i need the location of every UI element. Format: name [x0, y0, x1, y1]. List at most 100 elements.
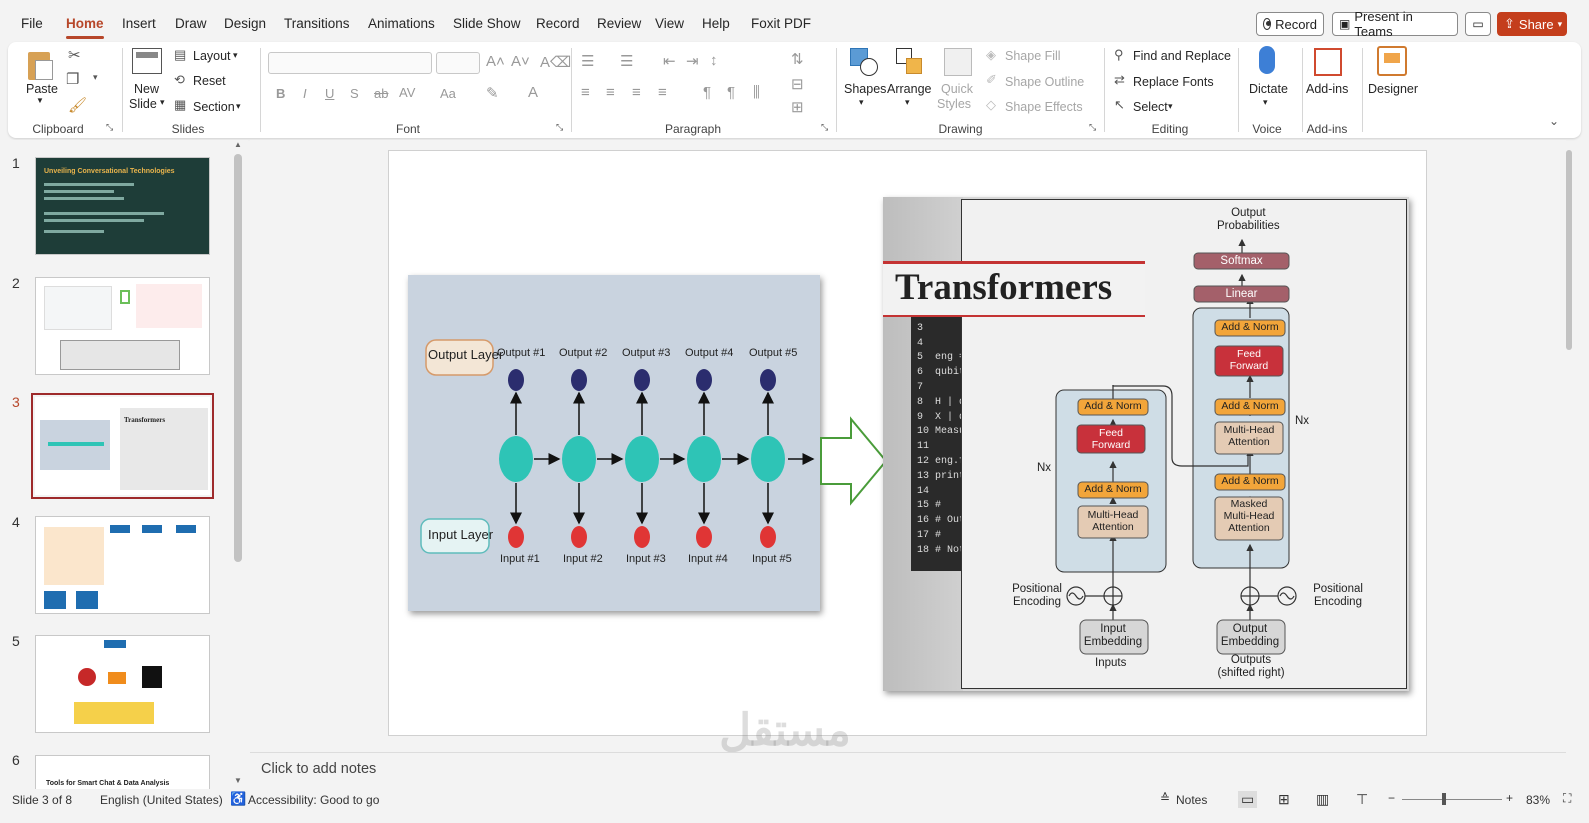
- designer-button[interactable]: Designer: [1368, 82, 1418, 96]
- tab-design[interactable]: Design: [224, 16, 266, 31]
- character-spacing-icon[interactable]: AV: [399, 85, 415, 100]
- share-button[interactable]: ⇪ Share ▾: [1497, 12, 1567, 36]
- right-arrow-icon[interactable]: [819, 416, 889, 506]
- paste-button[interactable]: Paste: [26, 82, 58, 96]
- chevron-down-icon[interactable]: ▼: [36, 96, 44, 105]
- increase-font-icon[interactable]: A˄: [486, 53, 505, 70]
- replace-fonts-button[interactable]: Replace Fonts: [1133, 75, 1214, 89]
- layout-button[interactable]: Layout: [193, 49, 231, 63]
- zoom-slider-thumb[interactable]: [1442, 793, 1446, 805]
- rtl-icon[interactable]: ¶: [727, 84, 735, 101]
- find-replace-button[interactable]: Find and Replace: [1133, 49, 1231, 63]
- slide-thumbnail-2[interactable]: [35, 277, 210, 375]
- rnn-diagram-image[interactable]: Output Layer Input Layer Output #1 Outpu…: [408, 275, 820, 611]
- decrease-indent-icon[interactable]: ⇤: [663, 52, 676, 70]
- tab-transitions[interactable]: Transitions: [284, 16, 350, 31]
- tab-help[interactable]: Help: [702, 16, 730, 31]
- chevron-down-icon[interactable]: ▾: [1168, 101, 1173, 112]
- highlight-icon[interactable]: ✎: [486, 84, 499, 102]
- underline-icon[interactable]: U: [325, 86, 334, 101]
- align-right-icon[interactable]: ≡: [632, 84, 641, 101]
- collapse-ribbon-icon[interactable]: ⌄: [1549, 114, 1559, 128]
- zoom-out-icon[interactable]: −: [1388, 791, 1395, 805]
- reading-view-icon[interactable]: ▥: [1316, 791, 1329, 808]
- dialog-launcher-icon[interactable]: ⤡: [821, 122, 828, 133]
- zoom-in-icon[interactable]: +: [1506, 791, 1513, 805]
- tab-file[interactable]: File: [21, 16, 43, 31]
- tab-draw[interactable]: Draw: [175, 16, 207, 31]
- tab-record[interactable]: Record: [536, 16, 580, 31]
- font-name-combo[interactable]: [268, 52, 432, 74]
- tab-home[interactable]: Home: [66, 16, 104, 39]
- tab-review[interactable]: Review: [597, 16, 641, 31]
- italic-icon[interactable]: I: [303, 86, 307, 101]
- scrollbar-thumb[interactable]: [234, 154, 242, 562]
- chevron-down-icon[interactable]: ▾: [233, 50, 238, 61]
- select-button[interactable]: Select: [1133, 100, 1168, 114]
- slide-thumbnail-5[interactable]: [35, 635, 210, 733]
- quick-styles-label-2[interactable]: Styles: [937, 97, 971, 111]
- slide-sorter-icon[interactable]: ⊞: [1278, 791, 1290, 808]
- dictate-button[interactable]: Dictate: [1249, 82, 1288, 96]
- ltr-icon[interactable]: ¶: [703, 84, 711, 101]
- fit-slide-icon[interactable]: ⛶: [1563, 791, 1571, 806]
- add-ins-button[interactable]: Add-ins: [1306, 82, 1348, 96]
- text-direction-icon[interactable]: ⇅: [791, 50, 804, 68]
- dialog-launcher-icon[interactable]: ⤡: [1089, 122, 1096, 133]
- tab-view[interactable]: View: [655, 16, 684, 31]
- cut-icon[interactable]: ✂: [68, 46, 81, 64]
- tab-insert[interactable]: Insert: [122, 16, 156, 31]
- shape-effects-button[interactable]: Shape Effects: [1005, 100, 1083, 114]
- clear-formatting-icon[interactable]: A⌫: [540, 53, 571, 71]
- editor-scrollbar[interactable]: [1566, 140, 1574, 750]
- chevron-down-icon[interactable]: ▾: [859, 97, 864, 108]
- transformer-image[interactable]: 2 from 3 4 5 eng = 6 qubit 7 8 H | qu 9 …: [883, 197, 1409, 691]
- record-button[interactable]: Record: [1256, 12, 1324, 36]
- slide-thumbnail-4[interactable]: [35, 516, 210, 614]
- decrease-font-icon[interactable]: A˅: [511, 53, 530, 70]
- bold-icon[interactable]: B: [276, 86, 285, 101]
- dialog-launcher-icon[interactable]: ⤡: [556, 122, 563, 133]
- slide-thumbnail-1[interactable]: Unveiling Conversational Technologies: [35, 157, 210, 255]
- numbering-icon[interactable]: ☰: [620, 52, 633, 70]
- arrange-button[interactable]: Arrange: [887, 82, 931, 96]
- smartart-icon[interactable]: ⊞: [791, 98, 804, 116]
- scroll-down-icon[interactable]: ▼: [234, 776, 242, 785]
- change-case-icon[interactable]: Aa: [440, 86, 456, 101]
- chevron-down-icon[interactable]: ▾: [236, 101, 241, 112]
- line-spacing-icon[interactable]: ↕: [710, 52, 718, 69]
- align-center-icon[interactable]: ≡: [606, 84, 615, 101]
- present-in-teams-button[interactable]: ▣ Present in Teams: [1332, 9, 1458, 39]
- chevron-down-icon[interactable]: ▾: [160, 97, 165, 108]
- new-slide-label[interactable]: New: [134, 82, 159, 96]
- notes-button[interactable]: Notes: [1176, 793, 1207, 807]
- chevron-down-icon[interactable]: ▾: [905, 97, 910, 108]
- slide-thumbnail-3[interactable]: Transformers: [31, 393, 214, 499]
- shape-outline-button[interactable]: Shape Outline: [1005, 75, 1084, 89]
- scroll-up-icon[interactable]: ▲: [234, 140, 242, 149]
- shapes-button[interactable]: Shapes: [844, 82, 886, 96]
- copy-icon[interactable]: ❐: [66, 70, 79, 88]
- strikethrough-icon[interactable]: ab: [374, 86, 388, 101]
- notes-pane[interactable]: Click to add notes: [250, 752, 1566, 788]
- bullets-icon[interactable]: ☰: [581, 52, 594, 70]
- normal-view-icon[interactable]: ▭: [1238, 791, 1258, 808]
- format-painter-icon[interactable]: 🖌: [68, 96, 87, 114]
- shadow-icon[interactable]: S: [350, 86, 359, 101]
- slide-canvas[interactable]: Output Layer Input Layer Output #1 Outpu…: [388, 150, 1427, 736]
- chevron-down-icon[interactable]: ▾: [93, 72, 98, 83]
- increase-indent-icon[interactable]: ⇥: [686, 52, 699, 70]
- tab-animations[interactable]: Animations: [368, 16, 435, 31]
- slide-counter[interactable]: Slide 3 of 8: [12, 793, 72, 807]
- reset-button[interactable]: Reset: [193, 74, 226, 88]
- tab-slide-show[interactable]: Slide Show: [453, 16, 521, 31]
- language-indicator[interactable]: English (United States): [100, 793, 223, 807]
- zoom-slider[interactable]: [1402, 793, 1502, 805]
- new-slide-label-2[interactable]: Slide: [129, 97, 157, 111]
- columns-icon[interactable]: ⫼: [753, 84, 760, 101]
- dialog-launcher-icon[interactable]: ⤡: [106, 122, 113, 133]
- notes-placeholder[interactable]: Click to add notes: [261, 761, 376, 777]
- quick-styles-label[interactable]: Quick: [941, 82, 973, 96]
- slideshow-icon[interactable]: ⊤: [1356, 791, 1368, 808]
- font-color-icon[interactable]: A: [528, 84, 538, 101]
